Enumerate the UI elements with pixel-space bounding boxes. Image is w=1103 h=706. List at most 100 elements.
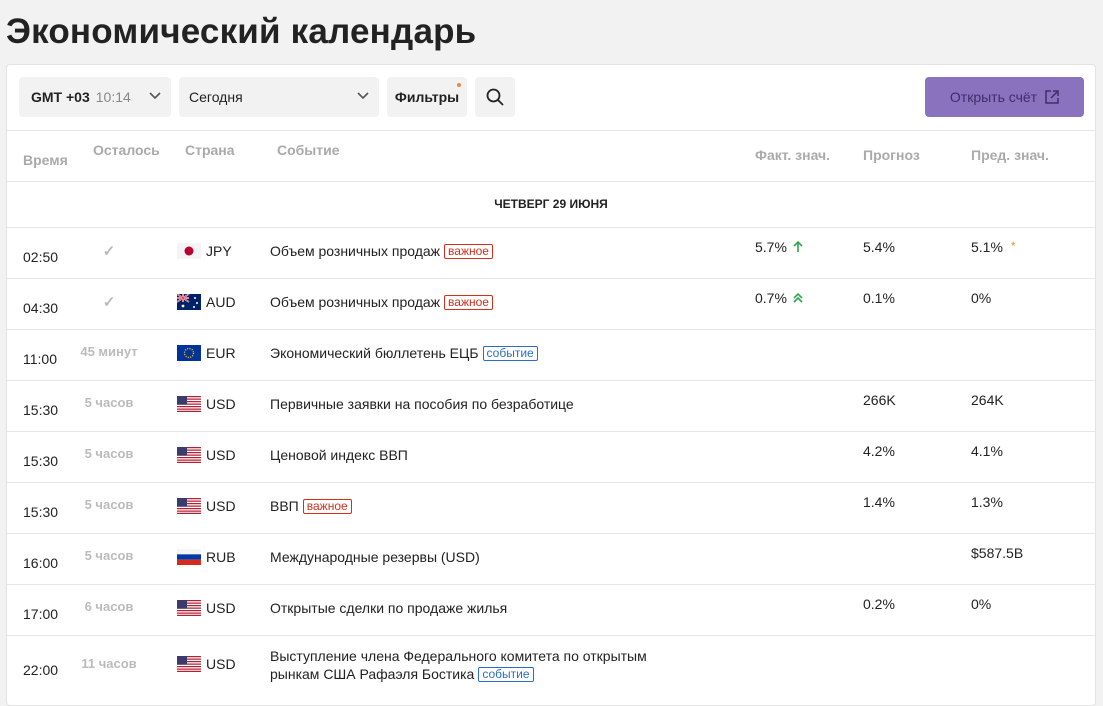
event-title: Открытые сделки по продаже жилья — [270, 600, 508, 616]
event-title: ВВП — [270, 498, 299, 514]
check-icon: ✓ — [102, 294, 116, 311]
event-name[interactable]: Международные резервы (USD) — [270, 548, 690, 566]
event-name[interactable]: Экономический бюллетень ЕЦБ событие — [270, 344, 690, 362]
search-button[interactable] — [475, 77, 515, 117]
event-time: 11:00 — [23, 351, 57, 367]
table-row[interactable]: 17:00 6 часов USD Открытые сделки по про… — [7, 585, 1095, 636]
currency-code: USD — [206, 447, 236, 463]
table-row[interactable]: 02:50 ✓ JPY Объем розничных продаж важное… — [7, 228, 1095, 279]
country-cell: USD — [177, 447, 236, 463]
forecast-value: 0.1% — [863, 290, 895, 306]
usa-flag-icon — [177, 396, 201, 412]
usa-flag-icon — [177, 498, 201, 514]
event-time: 15:30 — [23, 504, 59, 520]
country-cell: USD — [177, 600, 236, 616]
country-cell: USD — [177, 656, 236, 672]
event-title: Объем розничных продаж — [270, 243, 441, 259]
event-name[interactable]: Выступление члена Федерального комитета … — [270, 647, 670, 683]
table-row[interactable]: 22:00 11 часов USD Выступление члена Фед… — [7, 636, 1095, 696]
country-cell: AUD — [177, 294, 236, 310]
event-type-badge: событие — [482, 346, 538, 361]
double-chevron-up-icon — [793, 292, 803, 303]
usa-flag-icon — [177, 600, 201, 616]
day-separator: ЧЕТВЕРГ 29 ИЮНЯ — [7, 181, 1095, 228]
currency-code: EUR — [206, 345, 236, 361]
forecast-value: 4.2% — [863, 443, 895, 459]
time-remaining: 45 минут — [80, 344, 138, 359]
time-remaining: 6 часов — [84, 599, 134, 614]
filter-indicator-dot — [457, 83, 461, 87]
filters-label: Фильтры — [394, 89, 460, 105]
currency-code: USD — [206, 600, 236, 616]
importance-badge: важное — [302, 499, 352, 514]
forecast-value: 0.2% — [863, 596, 895, 612]
event-name[interactable]: Первичные заявки на пособия по безработи… — [270, 395, 690, 413]
event-time: 15:30 — [23, 402, 59, 418]
table-row[interactable]: 04:30 ✓ AUD Объем розничных продаж важное… — [7, 279, 1095, 330]
timezone-select[interactable]: GMT +03 10:14 — [19, 77, 171, 117]
open-account-button[interactable]: Открыть счёт — [925, 77, 1084, 117]
table-row[interactable]: 15:30 5 часов USD ВВП важное 1.4% 1.3% — [7, 483, 1095, 534]
country-cell: USD — [177, 396, 236, 412]
previous-value: 5.1% — [971, 239, 1003, 255]
chevron-down-icon — [357, 92, 369, 100]
header-country: Страна — [185, 142, 235, 158]
table-row[interactable]: 11:00 45 минут EUR Экономический бюллете… — [7, 330, 1095, 381]
filters-button[interactable]: Фильтры — [387, 77, 467, 117]
event-time: 22:00 — [23, 662, 59, 678]
country-cell: RUB — [177, 549, 236, 565]
date-select[interactable]: Сегодня — [179, 77, 379, 117]
currency-code: USD — [206, 656, 236, 672]
event-title: Экономический бюллетень ЕЦБ — [270, 345, 479, 361]
check-icon: ✓ — [102, 243, 116, 260]
event-name[interactable]: Объем розничных продаж важное — [270, 293, 690, 311]
australia-flag-icon — [177, 294, 201, 310]
russia-flag-icon — [177, 549, 201, 565]
actual-value-cell: 5.7% — [755, 239, 803, 255]
timezone-label: GMT +03 — [31, 89, 90, 105]
japan-flag-icon — [177, 243, 201, 259]
header-time-left: Осталось — [93, 142, 160, 158]
header-previous: Пред. знач. — [971, 147, 1049, 163]
arrow-up-icon — [793, 241, 803, 252]
toolbar: GMT +03 10:14 Сегодня Фильтры Открыть сч… — [7, 65, 1095, 131]
country-cell: JPY — [177, 243, 232, 259]
table-header: Время Осталось Страна Событие Факт. знач… — [7, 130, 1095, 182]
event-time: 15:30 — [23, 453, 59, 469]
header-actual: Факт. знач. — [755, 147, 831, 163]
external-link-icon — [1045, 90, 1059, 104]
event-title: Выступление члена Федерального комитета … — [270, 648, 647, 682]
event-time: 16:00 — [23, 555, 59, 571]
event-title: Первичные заявки на пособия по безработи… — [270, 396, 574, 412]
currency-code: JPY — [206, 243, 232, 259]
header-time: Время — [23, 152, 68, 168]
event-name[interactable]: Открытые сделки по продаже жилья — [270, 599, 690, 617]
previous-value: 264K — [971, 392, 1004, 408]
previous-value-cell: 5.1% * — [971, 239, 1016, 255]
event-name[interactable]: Объем розничных продаж важное — [270, 242, 690, 260]
actual-value: 5.7% — [755, 239, 787, 255]
date-select-value: Сегодня — [189, 89, 243, 105]
previous-value: 4.1% — [971, 443, 1003, 459]
event-title: Объем розничных продаж — [270, 294, 441, 310]
current-time: 10:14 — [95, 89, 131, 105]
currency-code: USD — [206, 396, 236, 412]
time-remaining: 11 часов — [81, 656, 137, 671]
header-event: Событие — [277, 142, 340, 158]
table-row[interactable]: 16:00 5 часов RUB Международные резервы … — [7, 534, 1095, 585]
page-title: Экономический календарь — [6, 12, 477, 51]
forecast-value: 5.4% — [863, 239, 895, 255]
previous-value: 0% — [971, 596, 992, 612]
time-remaining: 5 часов — [84, 395, 134, 410]
search-icon — [486, 88, 504, 106]
actual-value-cell: 0.7% — [755, 290, 803, 306]
table-row[interactable]: 15:30 5 часов USD Первичные заявки на по… — [7, 381, 1095, 432]
event-title: Ценовой индекс ВВП — [270, 447, 408, 463]
event-name[interactable]: ВВП важное — [270, 497, 690, 515]
header-forecast: Прогноз — [863, 147, 920, 163]
event-name[interactable]: Ценовой индекс ВВП — [270, 446, 690, 464]
previous-value: 1.3% — [971, 494, 1003, 510]
currency-code: USD — [206, 498, 236, 514]
importance-badge: важное — [444, 295, 493, 310]
table-row[interactable]: 15:30 5 часов USD Ценовой индекс ВВП 4.2… — [7, 432, 1095, 483]
